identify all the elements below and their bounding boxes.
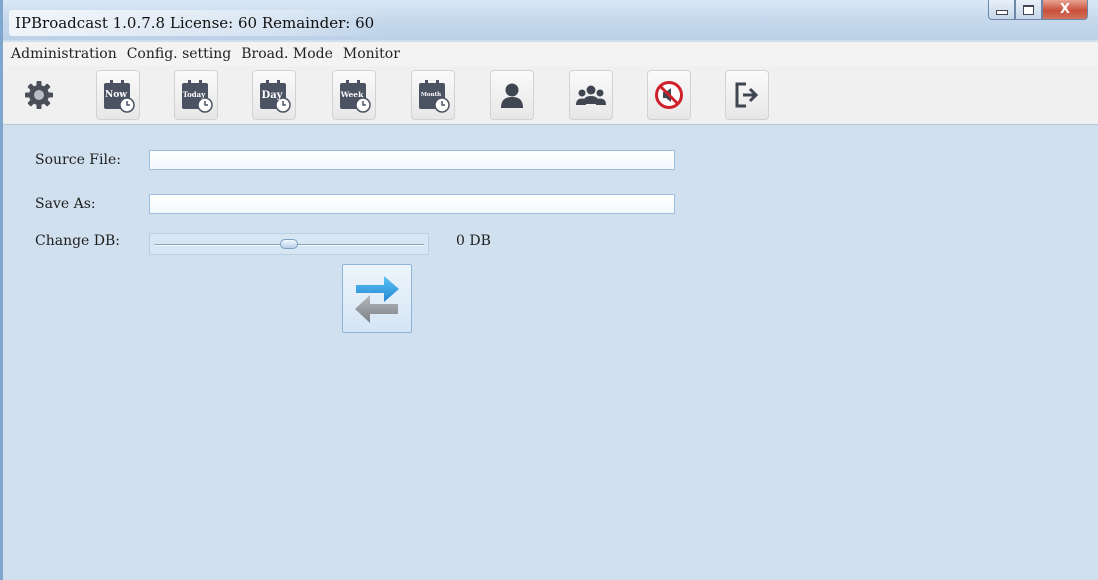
mute-icon: [655, 81, 683, 109]
svg-text:Month: Month: [421, 92, 441, 98]
convert-arrows-icon: [355, 275, 399, 323]
menu-config-setting[interactable]: Config. setting: [123, 46, 236, 62]
exit-icon: [735, 82, 759, 108]
user-group-button[interactable]: [569, 70, 613, 120]
change-db-label: Change DB:: [35, 233, 121, 249]
minimize-button[interactable]: [988, 0, 1015, 20]
close-icon: X: [1059, 2, 1071, 17]
source-file-input[interactable]: [149, 150, 675, 170]
calendar-week-icon: Week: [340, 80, 371, 113]
db-value: 0 DB: [456, 233, 491, 249]
slider-thumb[interactable]: [280, 239, 298, 249]
main-panel: Source File: Save As: Change DB: 0 DB: [3, 125, 1098, 580]
mute-button[interactable]: [647, 70, 691, 120]
menu-monitor[interactable]: Monitor: [339, 46, 404, 62]
close-button[interactable]: X: [1042, 0, 1088, 20]
source-file-label: Source File:: [35, 152, 121, 168]
maximize-icon: [1023, 4, 1034, 15]
now-schedule-button[interactable]: Now: [96, 70, 140, 120]
calendar-month-icon: Month: [419, 80, 450, 113]
save-as-input[interactable]: [149, 194, 675, 214]
minimize-icon: [995, 10, 1008, 15]
calendar-day-icon: Day: [260, 80, 291, 113]
day-schedule-button[interactable]: Day: [252, 70, 296, 120]
calendar-now-icon: Now: [104, 80, 135, 113]
convert-button[interactable]: [342, 264, 412, 333]
save-as-label: Save As:: [35, 196, 96, 212]
week-schedule-button[interactable]: Week: [332, 70, 376, 120]
user-icon: [501, 83, 523, 108]
window-title: IPBroadcast 1.0.7.8 License: 60 Remainde…: [15, 14, 375, 32]
user-group-icon: [576, 85, 606, 105]
svg-text:Now: Now: [105, 90, 127, 100]
calendar-today-icon: Today: [182, 80, 213, 113]
app-window: IPBroadcast 1.0.7.8 License: 60 Remainde…: [0, 0, 1098, 580]
settings-button[interactable]: [17, 70, 61, 120]
title-area: IPBroadcast 1.0.7.8 License: 60 Remainde…: [9, 10, 385, 36]
svg-text:Today: Today: [183, 90, 207, 99]
month-schedule-button[interactable]: Month: [411, 70, 455, 120]
user-button[interactable]: [490, 70, 534, 120]
menu-broad-mode[interactable]: Broad. Mode: [237, 46, 337, 62]
toolbar: Now Today Day Week Month: [3, 66, 1098, 125]
window-controls: X: [988, 0, 1088, 20]
menu-administration[interactable]: Administration: [7, 46, 121, 62]
db-slider[interactable]: [149, 233, 429, 255]
svg-text:Week: Week: [340, 90, 364, 99]
exit-button[interactable]: [725, 70, 769, 120]
maximize-button[interactable]: [1015, 0, 1042, 20]
gear-icon: [25, 81, 53, 109]
today-schedule-button[interactable]: Today: [174, 70, 218, 120]
svg-text:Day: Day: [262, 90, 284, 101]
title-bar[interactable]: IPBroadcast 1.0.7.8 License: 60 Remainde…: [3, 0, 1098, 40]
menu-bar: Administration Config. setting Broad. Mo…: [3, 42, 1098, 66]
